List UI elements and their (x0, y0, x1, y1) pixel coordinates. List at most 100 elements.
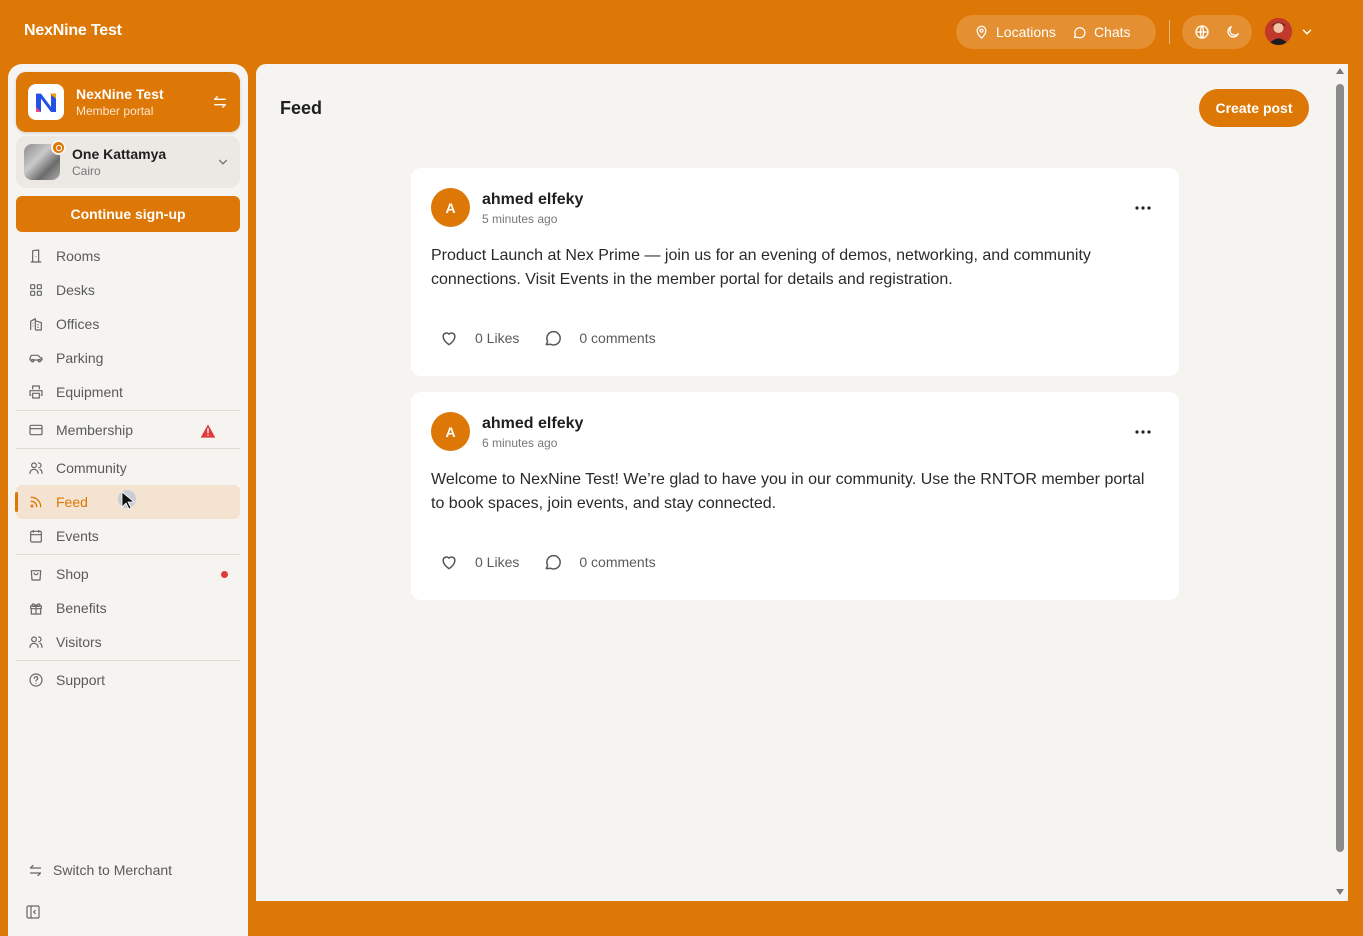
main-content: Feed Create post A ahmed elfeky 5 minute… (256, 64, 1348, 901)
sidebar-item-label: Events (56, 528, 99, 544)
switch-to-merchant-button[interactable]: Switch to Merchant (28, 862, 172, 878)
sidebar-item-label: Support (56, 672, 106, 688)
scrollbar-thumb[interactable] (1336, 84, 1344, 852)
post-timestamp: 6 minutes ago (482, 436, 558, 450)
sidebar-item-rooms[interactable]: Rooms (16, 239, 240, 273)
sidebar-item-label: Feed (56, 494, 88, 510)
more-options-icon[interactable] (1133, 422, 1153, 442)
post-body: Welcome to NexNine Test! We’re glad to h… (431, 471, 1145, 512)
sidebar-nav: Rooms Desks Offices Parking Equipment Me… (15, 239, 240, 697)
post-actions: 0 Likes 0 comments (439, 328, 656, 348)
chevron-down-icon[interactable] (1300, 25, 1314, 39)
vertical-scrollbar[interactable] (1333, 64, 1348, 901)
org-switcher[interactable]: NexNine Test Member portal (16, 72, 240, 132)
globe-icon (1194, 25, 1209, 39)
comment-count: 0 comments (579, 330, 656, 346)
sidebar-item-events[interactable]: Events (16, 519, 240, 553)
car-icon (29, 354, 43, 363)
more-options-icon[interactable] (1133, 198, 1153, 218)
comment-icon (545, 554, 562, 570)
sidebar-item-benefits[interactable]: Benefits (16, 591, 240, 625)
scroll-up-arrow[interactable] (1336, 68, 1344, 74)
post-author[interactable]: ahmed elfeky (482, 415, 583, 433)
swap-icon (214, 96, 226, 108)
sidebar-item-offices[interactable]: Offices (16, 307, 240, 341)
continue-signup-button[interactable]: Continue sign-up (16, 196, 240, 232)
sidebar-item-label: Equipment (56, 384, 123, 400)
location-city: Cairo (72, 164, 101, 178)
org-subtitle: Member portal (76, 104, 154, 118)
user-avatar[interactable] (1265, 18, 1292, 45)
sidebar-item-community[interactable]: Community (16, 451, 240, 485)
post-author[interactable]: ahmed elfeky (482, 191, 583, 209)
swap-icon (29, 864, 42, 876)
user-photo (1265, 18, 1292, 45)
shopping-bag-icon (30, 570, 42, 581)
sidebar: NexNine Test Member portal One Kattamya … (8, 64, 248, 936)
author-avatar[interactable]: A (431, 188, 470, 227)
comment-button[interactable]: 0 comments (543, 328, 656, 348)
like-button[interactable]: 0 Likes (439, 552, 519, 572)
sidebar-item-equipment[interactable]: Equipment (16, 375, 240, 409)
sidebar-item-parking[interactable]: Parking (16, 341, 240, 375)
like-count: 0 Likes (475, 330, 520, 346)
brand-name[interactable]: NexNine Test (24, 22, 122, 40)
nav-divider (16, 554, 240, 555)
rss-icon (30, 496, 42, 508)
sidebar-item-label: Rooms (56, 248, 101, 264)
locations-button[interactable]: Locations (968, 15, 1062, 49)
sidebar-collapse-icon[interactable] (25, 904, 41, 920)
sidebar-item-membership[interactable]: Membership (16, 413, 240, 447)
like-button[interactable]: 0 Likes (439, 328, 519, 348)
warning-icon (200, 424, 216, 438)
calendar-icon (30, 530, 42, 543)
comment-count: 0 comments (579, 554, 656, 570)
sidebar-item-label: Community (56, 460, 127, 476)
sidebar-item-shop[interactable]: Shop (16, 557, 240, 591)
comment-button[interactable]: 0 comments (543, 552, 656, 572)
top-bar: NexNine Test Locations Chats (0, 0, 1363, 64)
sidebar-item-label: Benefits (56, 600, 107, 616)
sidebar-item-feed[interactable]: Feed (15, 485, 240, 519)
language-button[interactable] (1188, 18, 1216, 46)
chats-button[interactable]: Chats (1066, 15, 1137, 49)
post-body: Product Launch at Nex Prime — join us fo… (431, 247, 1091, 288)
users-icon (29, 462, 43, 474)
locations-label: Locations (996, 24, 1056, 40)
org-name: NexNine Test (76, 86, 164, 102)
moon-icon (1226, 26, 1239, 38)
theme-toggle-button[interactable] (1219, 18, 1247, 46)
location-badge (51, 140, 66, 155)
like-count: 0 Likes (475, 554, 520, 570)
nav-divider (16, 448, 240, 449)
sidebar-item-label: Membership (56, 422, 134, 438)
sidebar-item-visitors[interactable]: Visitors (16, 625, 240, 659)
switch-merchant-label: Switch to Merchant (53, 862, 173, 878)
printer-icon (29, 385, 43, 399)
post-timestamp: 5 minutes ago (482, 212, 558, 226)
org-logo (28, 84, 64, 120)
gift-icon (30, 603, 42, 615)
location-switcher[interactable]: One Kattamya Cairo (16, 136, 240, 188)
location-avatar (24, 140, 66, 180)
location-name: One Kattamya (72, 146, 167, 162)
chat-icon (1073, 26, 1086, 38)
page-title: Feed (280, 98, 323, 118)
scroll-down-arrow[interactable] (1336, 889, 1344, 895)
author-avatar[interactable]: A (431, 412, 470, 451)
feed-post: A ahmed elfeky 5 minutes ago Product Lau… (411, 168, 1179, 376)
heart-icon (442, 332, 456, 346)
card-icon (29, 424, 43, 436)
top-tools-group (1182, 15, 1252, 49)
brand-logo-icon (33, 89, 59, 115)
sidebar-item-label: Parking (56, 350, 104, 366)
door-icon (30, 249, 42, 263)
sidebar-item-desks[interactable]: Desks (16, 273, 240, 307)
sidebar-item-support[interactable]: Support (16, 663, 240, 697)
create-post-button[interactable]: Create post (1199, 89, 1309, 127)
sidebar-item-label: Desks (56, 282, 95, 298)
sidebar-item-label: Shop (56, 566, 89, 582)
feed-post: A ahmed elfeky 6 minutes ago Welcome to … (411, 392, 1179, 600)
building-icon (30, 318, 42, 331)
post-actions: 0 Likes 0 comments (439, 552, 656, 572)
